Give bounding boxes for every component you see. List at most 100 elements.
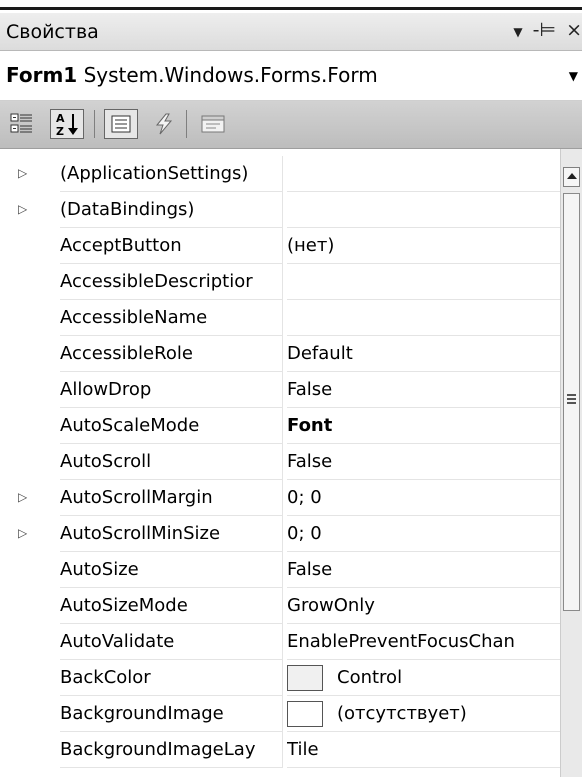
expand-arrow-icon[interactable]: ▷ xyxy=(18,490,27,504)
row-gutter: ▷ xyxy=(0,156,44,192)
property-value[interactable]: 0; 0 xyxy=(287,516,560,552)
property-name[interactable]: (ApplicationSettings) xyxy=(60,156,283,192)
property-row[interactable]: AutoSize False xyxy=(0,552,560,588)
property-value[interactable]: EnablePreventFocusChan xyxy=(287,624,560,660)
property-name[interactable]: AutoScrollMargin xyxy=(60,480,283,516)
window-top-edge xyxy=(0,0,582,10)
property-value[interactable] xyxy=(287,300,560,336)
property-name[interactable]: BackgroundImageLay xyxy=(60,732,283,768)
property-name[interactable]: BackColor xyxy=(60,660,283,696)
row-gutter xyxy=(0,336,44,372)
property-value[interactable]: 0; 0 xyxy=(287,480,560,516)
property-name[interactable]: AcceptButton xyxy=(60,228,283,264)
expand-arrow-icon[interactable]: ▷ xyxy=(18,166,27,180)
scrollbar-thumb[interactable] xyxy=(563,193,580,611)
row-gutter xyxy=(0,372,44,408)
object-selector[interactable]: Form1 System.Windows.Forms.Form ▼ xyxy=(0,51,582,101)
color-swatch xyxy=(287,701,323,727)
object-type: System.Windows.Forms.Form xyxy=(83,63,378,87)
row-gutter xyxy=(0,300,44,336)
property-value[interactable] xyxy=(287,264,560,300)
categorized-icon[interactable] xyxy=(8,109,36,139)
window-position-dropdown-icon[interactable]: ▼ xyxy=(513,25,522,39)
expand-arrow-icon[interactable]: ▷ xyxy=(18,526,27,540)
row-gutter xyxy=(0,696,44,732)
property-pages-icon[interactable] xyxy=(196,109,230,139)
property-row[interactable]: AccessibleDescriptior xyxy=(0,264,560,300)
property-row[interactable]: AutoValidate EnablePreventFocusChan xyxy=(0,624,560,660)
row-gutter xyxy=(0,228,44,264)
property-grid: ▷ (ApplicationSettings) ▷ (DataBindings) Acc… xyxy=(0,149,560,777)
row-gutter xyxy=(0,444,44,480)
object-name: Form1 xyxy=(6,63,78,87)
property-value[interactable]: Tile xyxy=(287,732,560,768)
vertical-scrollbar[interactable] xyxy=(560,149,582,777)
property-value[interactable]: Font xyxy=(287,408,560,444)
property-name[interactable]: AutoValidate xyxy=(60,624,283,660)
property-value[interactable] xyxy=(287,192,560,228)
property-name[interactable]: AutoScaleMode xyxy=(60,408,283,444)
row-gutter: ▷ xyxy=(0,516,44,552)
property-row[interactable]: AccessibleName xyxy=(0,300,560,336)
property-row[interactable]: AutoScroll False xyxy=(0,444,560,480)
property-row[interactable]: AutoScaleMode Font xyxy=(0,408,560,444)
property-name[interactable]: AutoScroll xyxy=(60,444,283,480)
property-name[interactable]: AutoSizeMode xyxy=(60,588,283,624)
row-gutter xyxy=(0,660,44,696)
thumb-grip-icon xyxy=(567,394,576,404)
property-value-text: Control xyxy=(337,667,403,688)
property-name[interactable]: AutoScrollMinSize xyxy=(60,516,283,552)
auto-hide-pin-icon[interactable]: -⊨ xyxy=(533,19,556,41)
toolbar-separator xyxy=(186,110,187,138)
property-name[interactable]: (DataBindings) xyxy=(60,192,283,228)
alphabetical-icon[interactable]: A Z xyxy=(50,109,84,139)
property-row[interactable]: BackColor Control xyxy=(0,660,560,696)
property-row[interactable]: AllowDrop False xyxy=(0,372,560,408)
chevron-down-icon[interactable]: ▼ xyxy=(569,69,578,83)
row-gutter xyxy=(0,732,44,768)
property-name[interactable]: AutoSize xyxy=(60,552,283,588)
close-icon[interactable]: × xyxy=(566,19,582,41)
row-gutter: ▷ xyxy=(0,192,44,228)
property-value[interactable]: False xyxy=(287,444,560,480)
color-swatch xyxy=(287,665,323,691)
property-name[interactable]: AccessibleName xyxy=(60,300,283,336)
expand-arrow-icon[interactable]: ▷ xyxy=(18,202,27,216)
events-icon[interactable] xyxy=(150,109,178,139)
property-row[interactable]: AccessibleRole Default xyxy=(0,336,560,372)
property-value[interactable]: (отсутствует) xyxy=(287,696,560,732)
property-row[interactable]: BackgroundImage (отсутствует) xyxy=(0,696,560,732)
row-gutter: ▷ xyxy=(0,480,44,516)
property-row[interactable]: BackgroundImageLay Tile xyxy=(0,732,560,768)
property-value[interactable]: Control xyxy=(287,660,560,696)
property-name[interactable]: AllowDrop xyxy=(60,372,283,408)
property-value[interactable]: Default xyxy=(287,336,560,372)
property-name[interactable]: AccessibleRole xyxy=(60,336,283,372)
row-gutter xyxy=(0,264,44,300)
property-value-text: (отсутствует) xyxy=(337,703,467,724)
property-value[interactable]: False xyxy=(287,552,560,588)
property-value[interactable] xyxy=(287,156,560,192)
row-gutter xyxy=(0,408,44,444)
property-row[interactable]: ▷ AutoScrollMargin 0; 0 xyxy=(0,480,560,516)
toolbar-separator xyxy=(94,110,95,138)
svg-text:A: A xyxy=(56,112,65,125)
property-value[interactable]: (нет) xyxy=(287,228,560,264)
panel-title-bar: Свойства ▼ -⊨ × xyxy=(0,13,582,51)
row-gutter xyxy=(0,624,44,660)
property-row[interactable]: ▷ AutoScrollMinSize 0; 0 xyxy=(0,516,560,552)
property-value[interactable]: False xyxy=(287,372,560,408)
property-row[interactable]: AutoSizeMode GrowOnly xyxy=(0,588,560,624)
property-row[interactable]: ▷ (ApplicationSettings) xyxy=(0,156,560,192)
property-toolbar: A Z xyxy=(0,101,582,149)
panel-title: Свойства xyxy=(6,21,99,43)
row-gutter xyxy=(0,552,44,588)
scroll-up-arrow-icon[interactable] xyxy=(563,167,580,187)
property-row[interactable]: AcceptButton (нет) xyxy=(0,228,560,264)
properties-icon[interactable] xyxy=(104,109,138,139)
row-gutter xyxy=(0,588,44,624)
property-name[interactable]: AccessibleDescriptior xyxy=(60,264,283,300)
property-row[interactable]: ▷ (DataBindings) xyxy=(0,192,560,228)
property-name[interactable]: BackgroundImage xyxy=(60,696,283,732)
property-value[interactable]: GrowOnly xyxy=(287,588,560,624)
